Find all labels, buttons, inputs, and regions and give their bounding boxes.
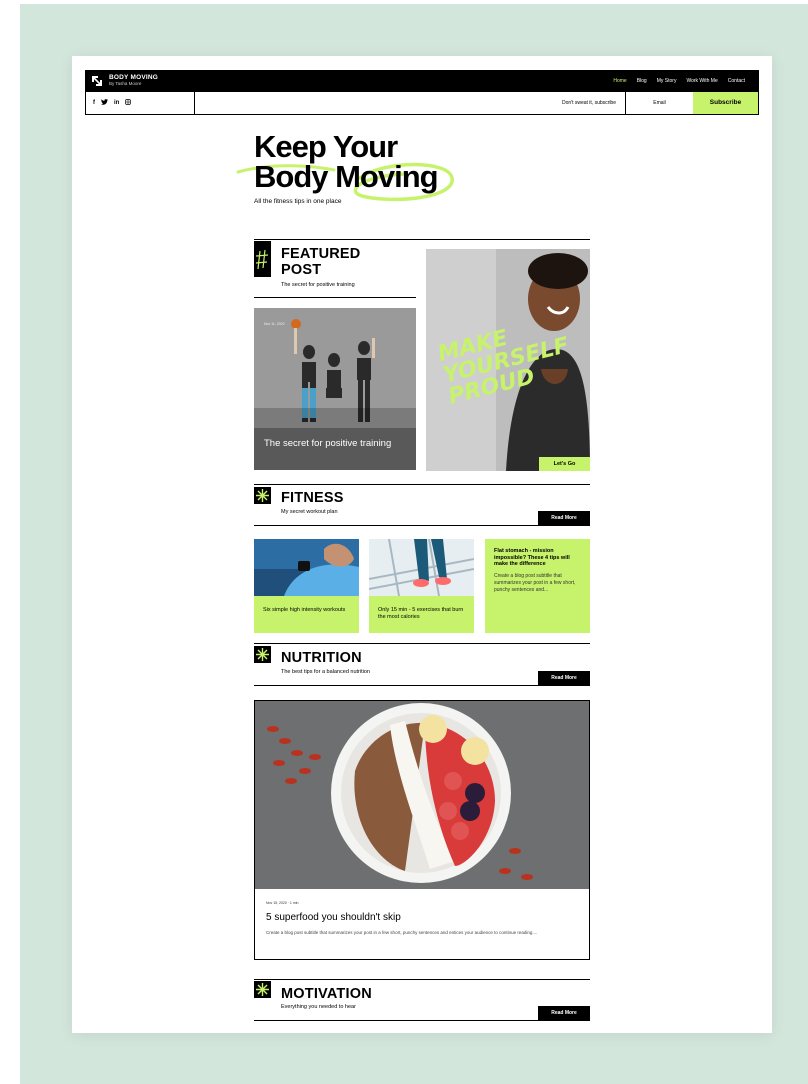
motivation-read-more-button[interactable]: Read More xyxy=(538,1006,590,1020)
motivation-subtitle: Everything you needed to hear xyxy=(281,1004,356,1010)
nutrition-post-image xyxy=(255,701,589,889)
sparkle-icon xyxy=(254,487,271,504)
fitness-card-image xyxy=(254,539,359,596)
section-rule xyxy=(254,484,590,485)
fitness-card-image xyxy=(369,539,474,596)
nav-work-with-me[interactable]: Work With Me xyxy=(686,78,717,84)
fitness-card-title: Flat stomach - mission impossible? These… xyxy=(494,548,570,567)
instagram-icon[interactable] xyxy=(125,99,132,107)
fitness-title: FITNESS xyxy=(281,490,344,506)
fitness-card[interactable]: Only 15 min - 5 exercises that burn the … xyxy=(369,539,474,633)
featured-post-card[interactable]: Nov 11, 2020 The secret for positive tra… xyxy=(254,308,416,470)
brand-name: BODY MOVING xyxy=(109,74,159,81)
fitness-card-caption: Only 15 min - 5 exercises that burn the … xyxy=(378,607,464,620)
email-field[interactable]: Email xyxy=(625,92,693,114)
nutrition-post-excerpt: Create a blog post subtitle that summari… xyxy=(266,930,538,935)
sparkle-icon xyxy=(254,646,271,663)
featured-title-line-1: FEATURED xyxy=(281,246,361,262)
twitter-icon[interactable] xyxy=(101,99,108,107)
fitness-read-more-button[interactable]: Read More xyxy=(538,511,590,525)
brand-byline: By Tasha Moore xyxy=(109,81,142,86)
lets-go-button[interactable]: Let's Go xyxy=(539,457,590,471)
subscribe-button[interactable]: Subscribe xyxy=(693,92,758,114)
facebook-icon[interactable]: f xyxy=(93,100,95,106)
promo-banner: MAKE YOURSELF PROUD Let's Go xyxy=(426,249,590,471)
nutrition-title: NUTRITION xyxy=(281,650,362,666)
nav-home[interactable]: Home xyxy=(613,78,626,84)
social-links: f in xyxy=(86,92,195,114)
logo-icon[interactable] xyxy=(91,75,103,87)
featured-post-date: Nov 11, 2020 xyxy=(264,322,285,326)
website-page: BODY MOVING By Tasha Moore Home Blog My … xyxy=(72,56,772,1033)
brand[interactable]: BODY MOVING By Tasha Moore xyxy=(109,74,158,87)
nutrition-subtitle: The best tips for a balanced nutrition xyxy=(281,669,370,675)
section-rule xyxy=(254,525,590,526)
hash-icon xyxy=(254,241,271,277)
section-rule xyxy=(254,239,590,240)
linkedin-icon[interactable]: in xyxy=(114,100,119,106)
featured-title-line-2: POST xyxy=(281,262,322,278)
motivation-title: MOTIVATION xyxy=(281,986,372,1002)
section-rule xyxy=(254,979,590,980)
nutrition-post-meta: Nov 15, 2020 · 1 min xyxy=(266,901,299,905)
fitness-card-caption: Six simple high intensity workouts xyxy=(263,607,346,613)
fitness-card[interactable]: Flat stomach - mission impossible? These… xyxy=(485,539,590,633)
fitness-card[interactable]: Six simple high intensity workouts xyxy=(254,539,359,633)
section-rule xyxy=(254,297,416,298)
sparkle-icon xyxy=(254,981,271,998)
section-rule xyxy=(254,1020,590,1021)
nutrition-post-card[interactable]: Nov 15, 2020 · 1 min 5 superfood you sho… xyxy=(254,700,590,960)
nutrition-read-more-button[interactable]: Read More xyxy=(538,671,590,685)
section-rule xyxy=(254,685,590,686)
featured-title: FEATURED POST xyxy=(281,246,360,278)
featured-post-caption[interactable]: The secret for positive training xyxy=(264,438,394,449)
nav-contact[interactable]: Contact xyxy=(728,78,745,84)
nav-blog[interactable]: Blog xyxy=(637,78,647,84)
section-rule xyxy=(254,643,590,644)
nav-my-story[interactable]: My Story xyxy=(657,78,677,84)
featured-subtitle: The secret for positive training xyxy=(281,282,355,288)
fitness-card-excerpt: Create a blog post subtitle that summari… xyxy=(494,573,576,593)
nutrition-post-title[interactable]: 5 superfood you shouldn't skip xyxy=(266,912,401,923)
fitness-subtitle: My secret workout plan xyxy=(281,509,338,515)
main-column: FEATURED POST The secret for positive tr… xyxy=(254,56,590,1033)
main-nav: Home Blog My Story Work With Me Contact xyxy=(613,70,745,92)
